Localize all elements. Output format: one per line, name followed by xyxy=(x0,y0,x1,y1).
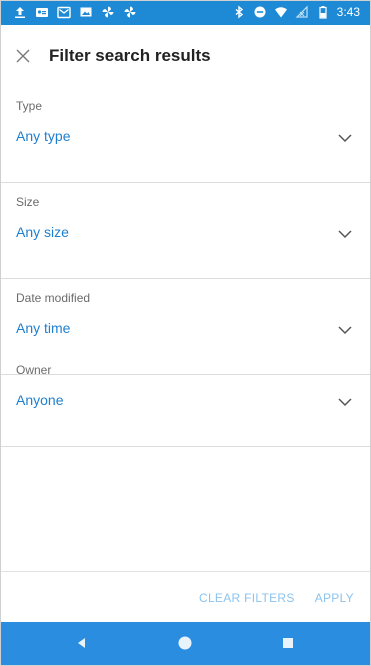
filter-size-dropdown[interactable]: Any size xyxy=(1,217,370,257)
filter-size-label: Size xyxy=(16,195,40,209)
filter-date-modified-label: Date modified xyxy=(16,291,91,305)
filter-date-modified-value: Any time xyxy=(16,320,71,336)
image-icon xyxy=(80,7,92,17)
filter-owner-dropdown[interactable]: Anyone xyxy=(1,385,370,425)
gmail-icon xyxy=(57,6,71,19)
chevron-down-icon xyxy=(338,326,352,335)
chevron-down-icon xyxy=(338,230,352,239)
app-frame: 3:43 Filter search results Type Any type… xyxy=(0,0,371,666)
bluetooth-icon xyxy=(235,5,243,19)
filter-owner-label: Owner xyxy=(16,363,52,377)
footer-actions: CLEAR FILTERS APPLY xyxy=(199,591,354,605)
filter-owner-value: Anyone xyxy=(16,392,64,408)
chevron-down-icon xyxy=(338,398,352,407)
do-not-disturb-icon xyxy=(254,6,266,18)
filter-owner-section: Owner Anyone xyxy=(1,351,370,447)
battery-icon xyxy=(319,6,327,19)
filter-date-modified-dropdown[interactable]: Any time xyxy=(1,313,370,353)
no-signal-icon xyxy=(295,5,308,18)
filter-size-section: Size Any size xyxy=(1,183,370,279)
upload-icon xyxy=(15,7,25,18)
status-bar: 3:43 xyxy=(1,1,370,25)
clear-filters-button[interactable]: CLEAR FILTERS xyxy=(199,591,295,605)
close-icon[interactable] xyxy=(13,46,33,66)
back-icon[interactable] xyxy=(73,634,91,652)
filter-type-label: Type xyxy=(16,99,43,113)
recents-icon[interactable] xyxy=(279,634,297,652)
notification-icons xyxy=(13,5,137,19)
filter-type-dropdown[interactable]: Any type xyxy=(1,121,370,161)
apply-button[interactable]: APPLY xyxy=(315,591,354,605)
navigation-bar xyxy=(1,622,370,665)
filter-type-value: Any type xyxy=(16,128,71,144)
page-title: Filter search results xyxy=(49,46,211,65)
pinwheel-icon xyxy=(102,6,114,18)
filter-size-value: Any size xyxy=(16,224,69,240)
contact-card-icon xyxy=(36,8,48,17)
home-icon[interactable] xyxy=(176,634,194,652)
filter-type-section: Type Any type xyxy=(1,87,370,183)
clock: 3:43 xyxy=(336,5,360,19)
wifi-icon xyxy=(274,7,287,18)
pinwheel-icon xyxy=(124,6,136,18)
header: Filter search results xyxy=(1,25,370,87)
footer-divider xyxy=(1,571,370,572)
system-icons: 3:43 xyxy=(232,5,360,19)
chevron-down-icon xyxy=(338,134,352,143)
